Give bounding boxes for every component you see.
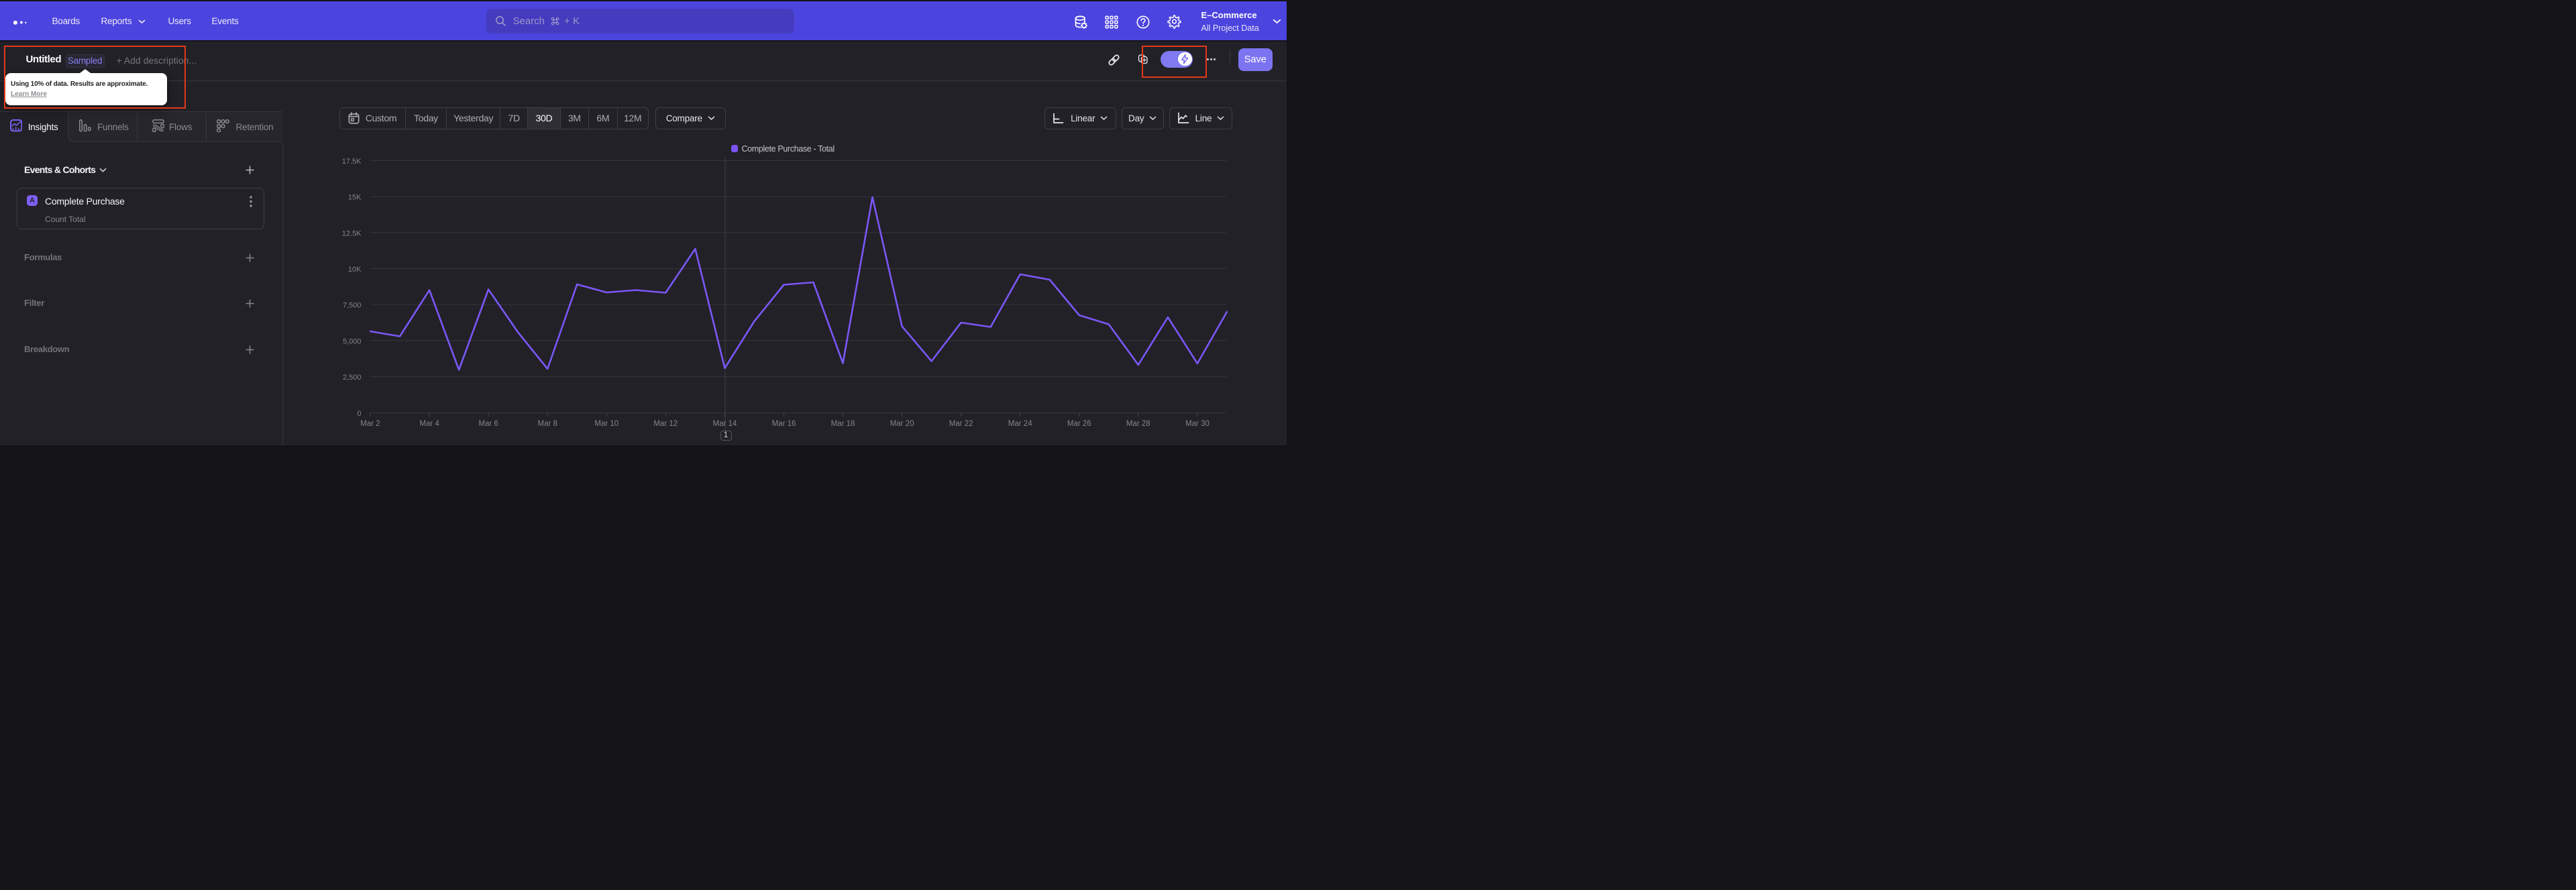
svg-text:Mar 24: Mar 24 — [1008, 420, 1032, 428]
svg-text:Mar 14: Mar 14 — [713, 420, 737, 428]
svg-text:Mar 28: Mar 28 — [1126, 420, 1150, 428]
svg-text:Mar 26: Mar 26 — [1067, 420, 1091, 428]
svg-text:Mar 30: Mar 30 — [1185, 420, 1210, 428]
svg-text:5,000: 5,000 — [343, 337, 362, 345]
svg-text:12.5K: 12.5K — [342, 229, 362, 237]
svg-text:Mar 6: Mar 6 — [478, 420, 498, 428]
svg-text:Mar 10: Mar 10 — [594, 420, 619, 428]
svg-text:Mar 12: Mar 12 — [653, 420, 678, 428]
svg-text:Mar 4: Mar 4 — [419, 420, 439, 428]
svg-text:15K: 15K — [348, 194, 362, 202]
svg-text:Mar 8: Mar 8 — [537, 420, 557, 428]
svg-text:Mar 22: Mar 22 — [949, 420, 973, 428]
svg-text:2,500: 2,500 — [343, 374, 362, 382]
svg-text:Mar 20: Mar 20 — [890, 420, 914, 428]
svg-text:10K: 10K — [348, 266, 362, 274]
svg-text:Mar 16: Mar 16 — [772, 420, 796, 428]
svg-text:17.5K: 17.5K — [342, 158, 362, 166]
svg-text:7,500: 7,500 — [343, 302, 362, 310]
svg-text:0: 0 — [357, 410, 361, 418]
svg-text:Mar 2: Mar 2 — [360, 420, 380, 428]
svg-text:Mar 18: Mar 18 — [831, 420, 855, 428]
